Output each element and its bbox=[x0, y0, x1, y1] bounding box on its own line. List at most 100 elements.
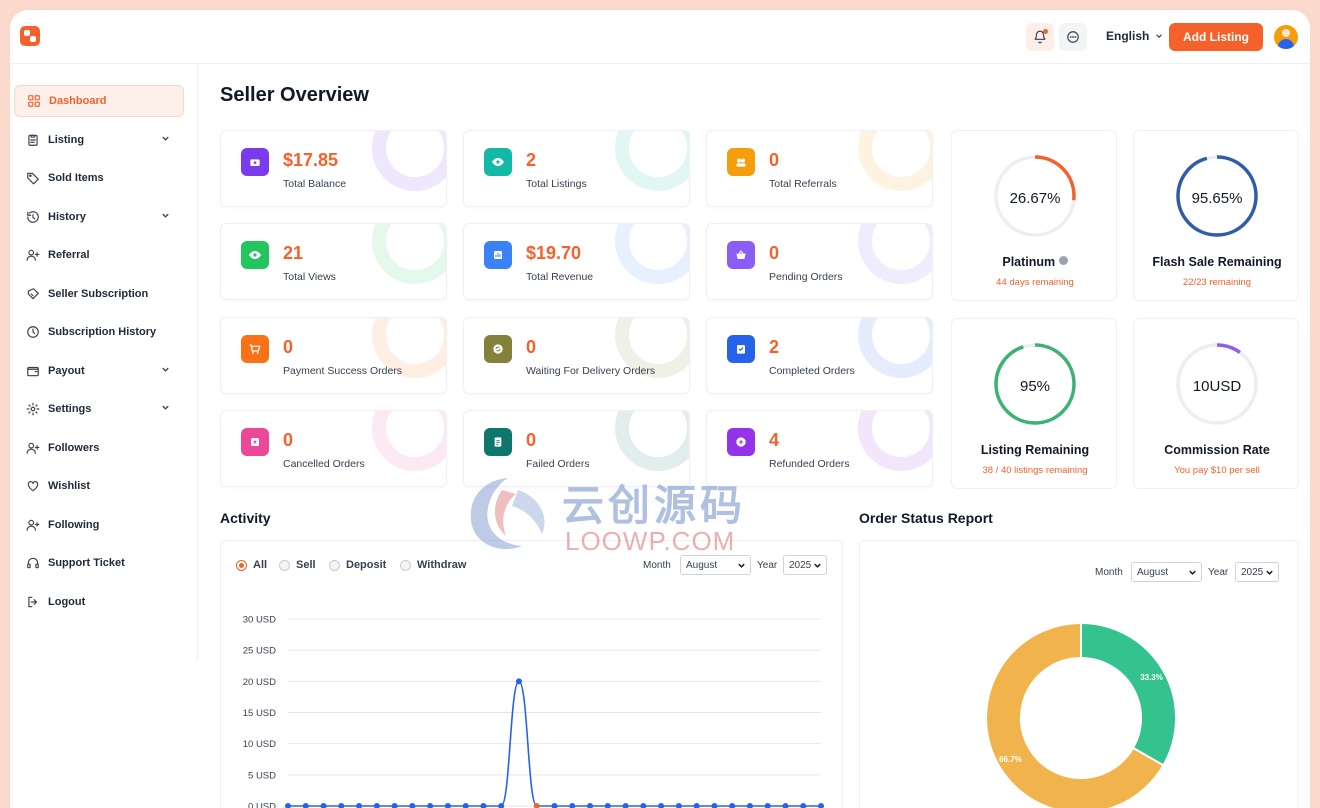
data-point[interactable] bbox=[764, 803, 771, 808]
stat-card-payment-success-orders[interactable]: 0 Payment Success Orders bbox=[220, 317, 447, 394]
data-point[interactable] bbox=[391, 803, 398, 808]
logout-icon bbox=[26, 595, 40, 609]
sidebar-item-label: Dashboard bbox=[49, 95, 107, 107]
stat-label: Total Views bbox=[283, 271, 336, 283]
sidebar-item-following[interactable]: Following bbox=[14, 509, 184, 541]
pie-slice[interactable] bbox=[1080, 621, 1177, 767]
chevron-down-icon bbox=[161, 211, 170, 223]
basket-icon bbox=[727, 241, 755, 269]
y-tick-label: 30 USD bbox=[243, 615, 276, 626]
ring-subtitle: 22/23 remaining bbox=[1182, 277, 1252, 288]
data-point[interactable] bbox=[818, 803, 824, 808]
data-point[interactable] bbox=[622, 803, 629, 808]
data-point[interactable] bbox=[285, 803, 291, 808]
stat-card-refunded-orders[interactable]: 4 Refunded Orders bbox=[706, 410, 933, 487]
sidebar-item-dashboard[interactable]: Dashboard bbox=[14, 85, 184, 117]
data-point[interactable] bbox=[320, 803, 327, 808]
data-point[interactable] bbox=[356, 803, 363, 808]
sidebar-item-label: Logout bbox=[48, 595, 86, 608]
stat-card-total-balance[interactable]: $17.85 Total Balance bbox=[220, 130, 447, 207]
ring-subtitle: 38 / 40 listings remaining bbox=[982, 465, 1088, 476]
notification-dot bbox=[1043, 29, 1048, 34]
y-tick-label: 10 USD bbox=[243, 739, 276, 750]
ring-card-flash-sale-remaining: 95.65% Flash Sale Remaining 22/23 remainin… bbox=[1133, 130, 1299, 301]
sidebar-item-label: Subscription History bbox=[48, 326, 157, 338]
data-point[interactable] bbox=[515, 678, 522, 685]
data-point[interactable] bbox=[711, 803, 718, 808]
stat-value: 0 bbox=[769, 243, 780, 263]
ring-value: 95.65% bbox=[1191, 190, 1243, 207]
stat-card-pending-orders[interactable]: 0 Pending Orders bbox=[706, 223, 933, 300]
stat-card-cancelled-orders[interactable]: 0 Cancelled Orders bbox=[220, 410, 447, 487]
data-point[interactable] bbox=[551, 803, 558, 808]
stat-card-total-revenue[interactable]: $19.70 Total Revenue bbox=[463, 223, 690, 300]
data-point[interactable] bbox=[658, 803, 665, 808]
card-decoration bbox=[372, 224, 446, 284]
data-point[interactable] bbox=[746, 803, 753, 808]
wallet-icon bbox=[241, 148, 269, 176]
clipboard-icon bbox=[26, 133, 40, 147]
data-point[interactable] bbox=[444, 803, 451, 808]
data-point[interactable] bbox=[587, 803, 594, 808]
data-point[interactable] bbox=[302, 803, 309, 808]
refund-icon bbox=[727, 428, 755, 456]
stat-card-completed-orders[interactable]: 2 Completed Orders bbox=[706, 317, 933, 394]
data-point[interactable] bbox=[409, 803, 416, 808]
data-point[interactable] bbox=[782, 803, 789, 808]
ring-card-listing-remaining: 95% Listing Remaining 38 / 40 listings rem… bbox=[951, 318, 1117, 489]
stat-label: Refunded Orders bbox=[769, 458, 850, 470]
stat-card-total-referrals[interactable]: 0 Total Referrals bbox=[706, 130, 933, 207]
ticket-icon bbox=[26, 287, 40, 301]
sidebar-item-history[interactable]: History bbox=[14, 201, 184, 233]
sidebar-item-listing[interactable]: Listing bbox=[14, 124, 184, 156]
data-point[interactable] bbox=[480, 803, 487, 808]
data-point[interactable] bbox=[427, 803, 434, 808]
sidebar-item-sold-items[interactable]: Sold Items bbox=[14, 162, 184, 194]
data-point[interactable] bbox=[729, 803, 736, 808]
data-point[interactable] bbox=[800, 803, 807, 808]
data-point[interactable] bbox=[373, 803, 380, 808]
stat-card-total-views[interactable]: 21 Total Views bbox=[220, 223, 447, 300]
sidebar-item-seller-subscription[interactable]: Seller Subscription bbox=[14, 278, 184, 310]
stat-value: 2 bbox=[526, 150, 537, 170]
avatar[interactable] bbox=[1274, 25, 1298, 49]
stat-label: Total Balance bbox=[283, 178, 347, 190]
wallet-icon bbox=[26, 364, 40, 378]
ring-title-text: Platinum bbox=[1002, 255, 1056, 269]
stat-label: Payment Success Orders bbox=[283, 365, 403, 377]
sidebar-item-payout[interactable]: Payout bbox=[14, 355, 184, 387]
chart-icon bbox=[484, 241, 512, 269]
logo[interactable] bbox=[20, 26, 40, 46]
sidebar-item-label: Settings bbox=[48, 403, 92, 415]
sidebar-item-subscription-history[interactable]: Subscription History bbox=[14, 316, 184, 348]
language-selector[interactable]: English bbox=[1106, 29, 1163, 43]
stat-card-waiting-for-delivery-orders[interactable]: 0 Waiting For Delivery Orders bbox=[463, 317, 690, 394]
data-point[interactable] bbox=[675, 803, 682, 808]
data-point[interactable] bbox=[693, 803, 700, 808]
notification-button[interactable] bbox=[1026, 23, 1054, 51]
ring-subtitle: 44 days remaining bbox=[996, 277, 1074, 288]
sidebar-item-logout[interactable]: Logout bbox=[14, 586, 184, 618]
sidebar-item-wishlist[interactable]: Wishlist bbox=[14, 470, 184, 502]
ring-title-text: Listing Remaining bbox=[980, 443, 1090, 457]
sidebar-item-label: Seller Subscription bbox=[48, 287, 149, 300]
data-point[interactable] bbox=[640, 803, 647, 808]
data-point[interactable] bbox=[462, 803, 469, 808]
messages-button[interactable] bbox=[1059, 23, 1087, 51]
order-status-panel: Month August Year 2025 33.3% 66.7% bbox=[859, 540, 1299, 808]
add-listing-button[interactable]: Add Listing bbox=[1169, 23, 1263, 51]
data-point[interactable] bbox=[569, 803, 576, 808]
info-icon[interactable] bbox=[1058, 256, 1068, 265]
top-header: English Add Listing bbox=[10, 10, 1310, 64]
stat-value: 4 bbox=[769, 430, 780, 450]
stat-card-failed-orders[interactable]: 0 Failed Orders bbox=[463, 410, 690, 487]
stat-card-total-listings[interactable]: 2 Total Listings bbox=[463, 130, 690, 207]
data-point[interactable] bbox=[338, 803, 345, 808]
sidebar-item-followers[interactable]: Followers bbox=[14, 432, 184, 464]
sidebar-item-settings[interactable]: Settings bbox=[14, 393, 184, 425]
card-decoration bbox=[615, 411, 689, 471]
sidebar-item-referral[interactable]: Referral bbox=[14, 239, 184, 271]
sidebar-item-support-ticket[interactable]: Support Ticket bbox=[14, 547, 184, 579]
card-decoration bbox=[858, 411, 932, 471]
data-point[interactable] bbox=[604, 803, 611, 808]
